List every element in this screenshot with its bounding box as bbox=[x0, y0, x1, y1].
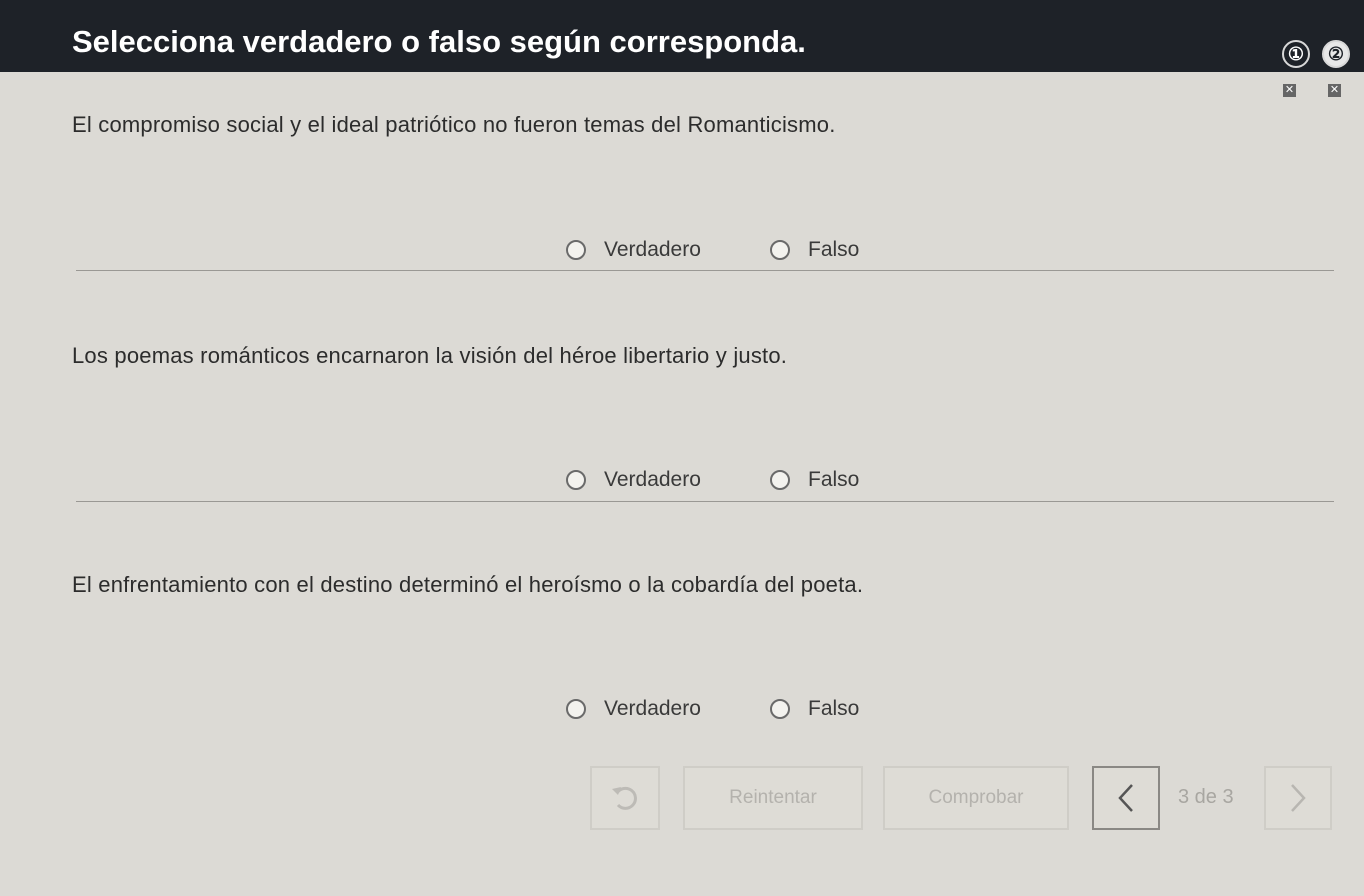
radio-button[interactable] bbox=[770, 470, 790, 490]
undo-icon bbox=[612, 786, 637, 810]
divider bbox=[76, 270, 1334, 271]
next-page-button[interactable] bbox=[1264, 766, 1332, 830]
q2-option-verdadero[interactable]: Verdadero bbox=[566, 468, 701, 492]
page-title: Selecciona verdadero o falso según corre… bbox=[72, 24, 806, 59]
question-3-text: El enfrentamiento con el destino determi… bbox=[72, 572, 864, 597]
option-label: Verdadero bbox=[604, 238, 701, 261]
option-label: Verdadero bbox=[604, 697, 701, 720]
divider bbox=[76, 501, 1334, 502]
radio-button[interactable] bbox=[566, 699, 586, 719]
question-1-text: El compromiso social y el ideal patrióti… bbox=[72, 112, 836, 137]
undo-button[interactable] bbox=[590, 766, 660, 830]
page-indicator: 3 de 3 bbox=[1178, 786, 1234, 808]
wrong-mark-icon-2: ✕ bbox=[1328, 84, 1341, 97]
radio-button[interactable] bbox=[770, 240, 790, 260]
radio-button[interactable] bbox=[770, 699, 790, 719]
question-2-text: Los poemas románticos encarnaron la visi… bbox=[72, 343, 788, 368]
header-bar: Selecciona verdadero o falso según corre… bbox=[0, 0, 1364, 72]
q1-option-verdadero[interactable]: Verdadero bbox=[566, 238, 701, 262]
radio-button[interactable] bbox=[566, 470, 586, 490]
prev-page-button[interactable] bbox=[1092, 766, 1160, 830]
wrong-mark-icon-1: ✕ bbox=[1283, 84, 1296, 97]
option-label: Falso bbox=[808, 468, 860, 491]
question-nav-2[interactable]: ② bbox=[1322, 40, 1350, 68]
radio-button[interactable] bbox=[566, 240, 586, 260]
chevron-right-icon bbox=[1291, 784, 1306, 812]
q3-option-verdadero[interactable]: Verdadero bbox=[566, 697, 701, 721]
check-button[interactable]: Comprobar bbox=[883, 766, 1069, 830]
option-label: Verdadero bbox=[604, 468, 701, 491]
option-label: Falso bbox=[808, 697, 860, 720]
retry-button[interactable]: Reintentar bbox=[683, 766, 863, 830]
q2-option-falso[interactable]: Falso bbox=[770, 468, 859, 492]
q3-option-falso[interactable]: Falso bbox=[770, 697, 859, 721]
question-nav-1[interactable]: ① bbox=[1282, 40, 1310, 68]
chevron-left-icon bbox=[1118, 784, 1133, 812]
q1-option-falso[interactable]: Falso bbox=[770, 238, 859, 262]
option-label: Falso bbox=[808, 238, 860, 261]
